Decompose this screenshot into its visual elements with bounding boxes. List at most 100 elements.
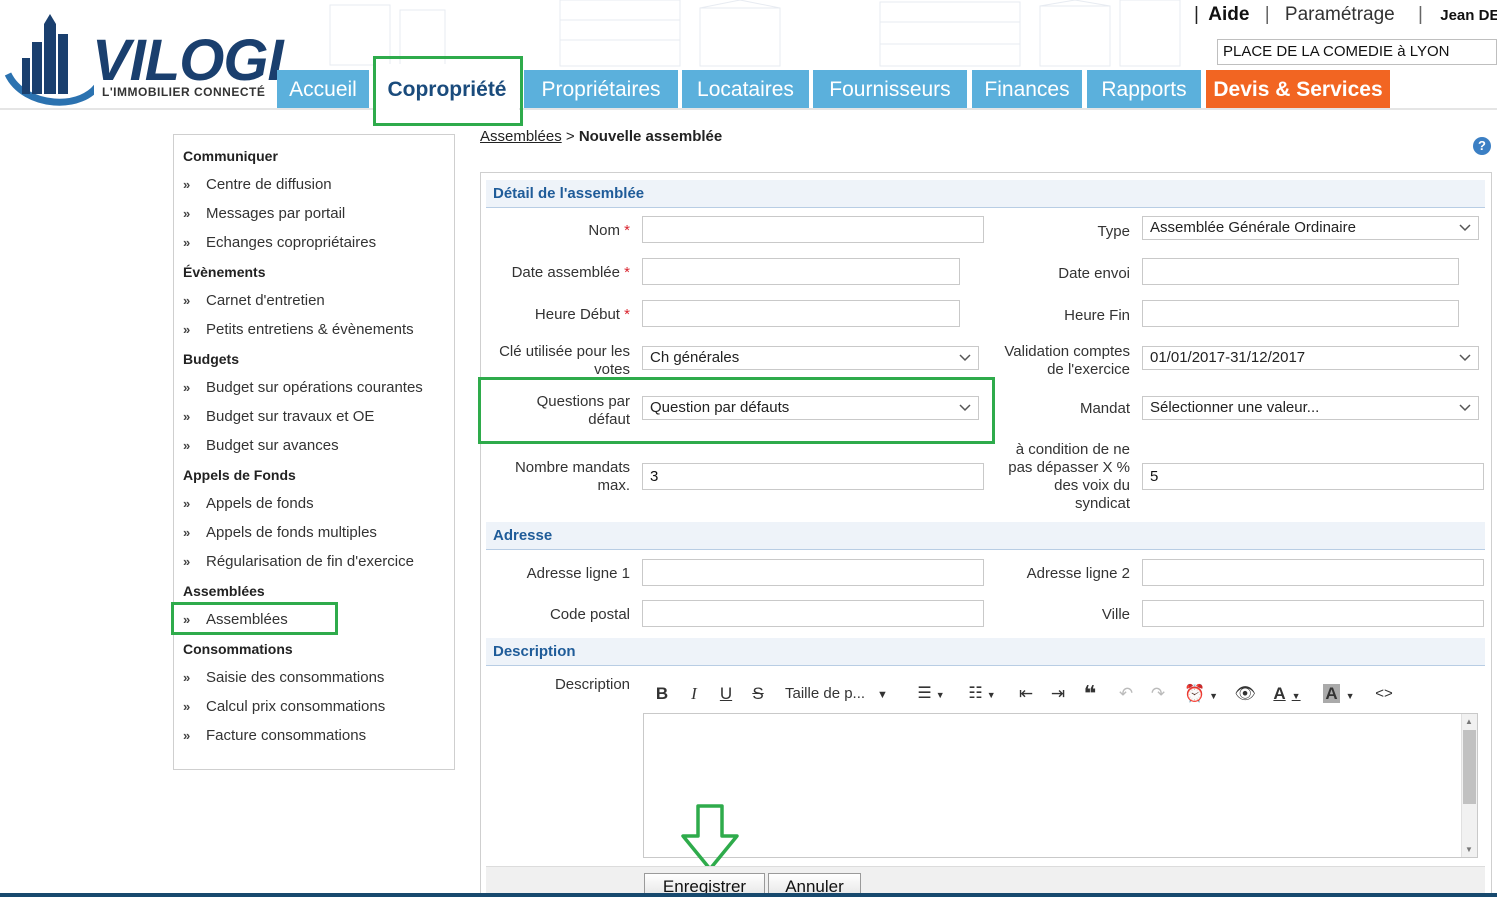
bullet-list-icon[interactable]: ☰ ▼ [911, 682, 951, 706]
double-chevron-icon: » [183, 699, 191, 714]
font-size-dropdown[interactable]: Taille de p... ▼ [785, 682, 895, 706]
blockquote-icon[interactable]: ❝ [1079, 682, 1101, 706]
chevron-down-icon [959, 354, 971, 362]
sidebar-item-budget-avances[interactable]: » Budget sur avances [183, 437, 339, 454]
numbered-list-icon[interactable]: ☷ ▼ [961, 682, 1003, 706]
app-header: VILOGI L'IMMOBILIER CONNECTÉ Accueil Cop… [0, 0, 1497, 110]
logo-wordmark: VILOGI [92, 28, 284, 93]
nom-label: Nom * [588, 222, 630, 239]
double-chevron-icon: » [183, 322, 191, 337]
tab-finances[interactable]: Finances [972, 70, 1082, 108]
building-logo-icon [4, 14, 94, 106]
tab-fournisseurs[interactable]: Fournisseurs [813, 70, 967, 108]
date-envoi-input[interactable] [1142, 258, 1459, 285]
cle-votes-label: Clé utilisée pour les votes [499, 343, 630, 378]
sidebar-item-appels-fonds[interactable]: » Appels de fonds [183, 495, 314, 512]
nombre-mandats-input[interactable]: 3 [642, 463, 984, 490]
sidebar-item-appels-fonds-multiples[interactable]: » Appels de fonds multiples [183, 524, 377, 541]
editor-toolbar: B I U S Taille de p... ▼ ☰ ▼ ☷ ▼ ⇤ ⇥ ❝ ↶ ↷ … [645, 682, 1405, 708]
tab-devis-services[interactable]: Devis & Services [1206, 70, 1390, 108]
text-color-icon[interactable]: A ▼ [1267, 682, 1307, 706]
condition-pct-input[interactable]: 5 [1142, 463, 1484, 490]
highlight-color-icon[interactable]: A ▼ [1319, 682, 1359, 706]
sidebar-item-carnet-entretien[interactable]: » Carnet d'entretien [183, 292, 325, 309]
scroll-up-icon[interactable]: ▲ [1465, 717, 1473, 726]
sidebar-item-centre-diffusion[interactable]: » Centre de diffusion [183, 176, 332, 193]
residence-selector[interactable]: PLACE DE LA COMEDIE à LYON [1217, 39, 1497, 65]
nom-input[interactable] [642, 216, 984, 243]
sidebar-item-petits-entretiens[interactable]: » Petits entretiens & évènements [183, 321, 414, 338]
sidebar-item-budget-travaux[interactable]: » Budget sur travaux et OE [183, 408, 374, 425]
help-link[interactable]: Aide [1208, 4, 1249, 25]
scrollbar-thumb[interactable] [1463, 730, 1476, 804]
settings-link[interactable]: Paramétrage [1285, 4, 1395, 25]
type-select[interactable]: Assemblée Générale Ordinaire [1142, 216, 1479, 240]
adresse2-input[interactable] [1142, 559, 1484, 586]
date-assemblee-label: Date assemblée * [511, 264, 630, 281]
tab-locataires[interactable]: Locataires [682, 70, 809, 108]
breadcrumb-assemblees-link[interactable]: Assemblées [480, 128, 562, 145]
double-chevron-icon: » [183, 496, 191, 511]
vilogi-logo[interactable]: VILOGI L'IMMOBILIER CONNECTÉ [4, 8, 324, 108]
sidebar-item-messages-portail[interactable]: » Messages par portail [183, 205, 345, 222]
date-assemblee-input[interactable] [642, 258, 960, 285]
tab-proprietaires[interactable]: Propriétaires [524, 70, 678, 108]
bold-icon[interactable]: B [653, 682, 671, 706]
arrow-down-annotation-icon [681, 804, 739, 871]
description-editor[interactable]: ▲ ▼ [643, 713, 1478, 858]
outdent-icon[interactable]: ⇤ [1015, 682, 1037, 706]
ville-input[interactable] [1142, 600, 1484, 627]
tab-rapports[interactable]: Rapports [1087, 70, 1201, 108]
cle-votes-select[interactable]: Ch générales [642, 346, 979, 370]
mandat-label: Mandat [1079, 400, 1130, 417]
italic-icon[interactable]: I [685, 682, 703, 706]
undo-icon[interactable]: ↶ [1115, 682, 1137, 706]
sidebar-item-budget-courantes[interactable]: » Budget sur opérations courantes [183, 379, 423, 396]
sidebar-item-regularisation[interactable]: » Régularisation de fin d'exercice [183, 553, 414, 570]
adresse1-input[interactable] [642, 559, 984, 586]
tab-accueil[interactable]: Accueil [277, 70, 369, 108]
heure-fin-input[interactable] [1142, 300, 1459, 327]
indent-icon[interactable]: ⇥ [1047, 682, 1069, 706]
nombre-mandats-label: Nombre mandats max. [514, 459, 630, 494]
double-chevron-icon: » [183, 728, 191, 743]
chevron-down-icon [1459, 224, 1471, 232]
double-chevron-icon: » [183, 525, 191, 540]
caret-down-icon: ▼ [877, 689, 888, 701]
source-code-icon[interactable]: <> [1371, 682, 1397, 706]
mandat-select[interactable]: Sélectionner une valeur... [1142, 396, 1479, 420]
code-postal-label: Code postal [549, 606, 630, 623]
heure-debut-input[interactable] [642, 300, 960, 327]
window-bottom-edge [0, 893, 1497, 897]
sidebar-item-calcul-prix[interactable]: » Calcul prix consommations [183, 698, 385, 715]
eye-icon[interactable]: 👁 [1233, 682, 1257, 706]
page-title: Nouvelle assemblée [578, 128, 723, 145]
double-chevron-icon: » [183, 293, 191, 308]
sidebar-item-echanges[interactable]: » Echanges copropriétaires [183, 234, 376, 251]
clock-icon[interactable]: ⏰ ▼ [1181, 682, 1221, 706]
sidebar-section-assemblees: Assemblées [183, 583, 265, 599]
editor-scrollbar[interactable]: ▲ ▼ [1461, 714, 1477, 857]
breadcrumb: Assemblées > Nouvelle assemblée [480, 128, 723, 145]
user-name[interactable]: Jean DEM [1440, 7, 1497, 24]
double-chevron-icon: » [183, 554, 191, 569]
scroll-down-icon[interactable]: ▼ [1465, 845, 1473, 854]
sidebar-section-communiquer: Communiquer [183, 148, 278, 164]
section-adresse: Adresse [486, 522, 1485, 550]
help-icon[interactable]: ? [1473, 137, 1491, 155]
section-detail-assemblee: Détail de l'assemblée [486, 180, 1485, 208]
top-links-bar: | Aide | Paramétrage | Jean DEM [1194, 4, 1497, 28]
sidebar-item-saisie-consommations[interactable]: » Saisie des consommations [183, 669, 384, 686]
condition-pct-label: à condition de ne pas dépasser X % des voi… [1008, 441, 1130, 512]
code-postal-input[interactable] [642, 600, 984, 627]
sidebar-item-facture-consommations[interactable]: » Facture consommations [183, 727, 366, 744]
sidebar-menu: Communiquer » Centre de diffusion » Messag… [173, 134, 455, 770]
double-chevron-icon: » [183, 206, 191, 221]
double-chevron-icon: » [183, 670, 191, 685]
redo-icon[interactable]: ↷ [1147, 682, 1169, 706]
double-chevron-icon: » [183, 409, 191, 424]
strikethrough-icon[interactable]: S [749, 682, 767, 706]
validation-comptes-select[interactable]: 01/01/2017-31/12/2017 [1142, 346, 1479, 370]
underline-icon[interactable]: U [717, 682, 735, 706]
sidebar-section-evenements: Évènements [183, 264, 266, 280]
